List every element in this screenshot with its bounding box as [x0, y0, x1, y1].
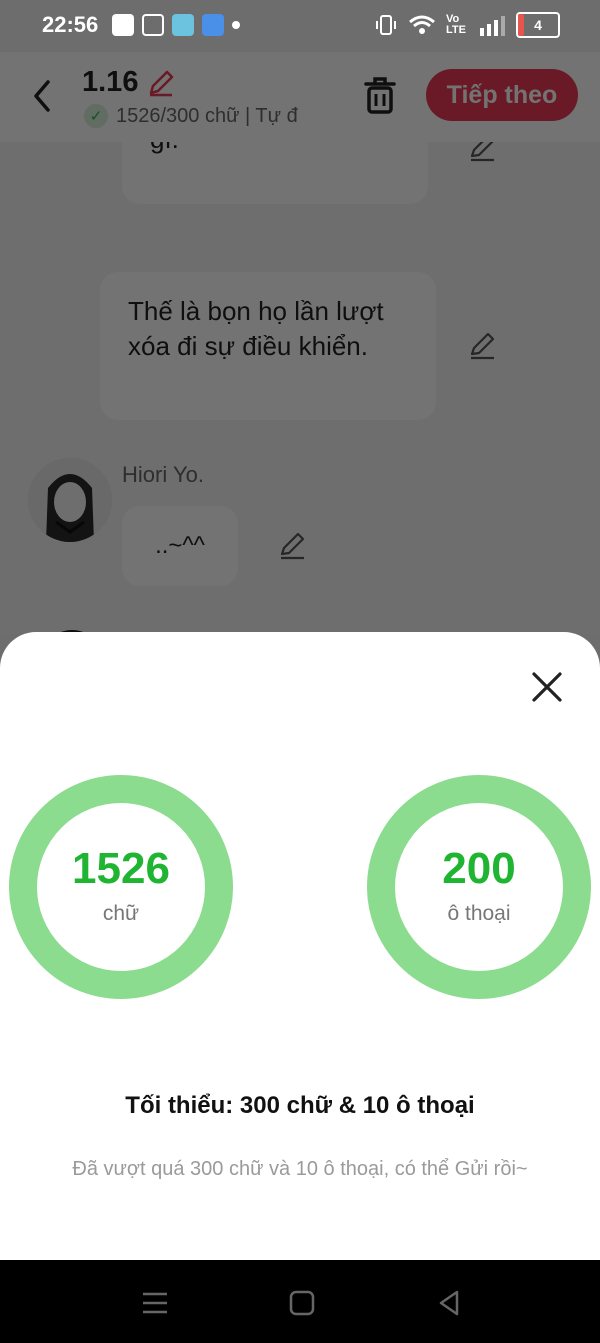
- edit-app-icon: [202, 14, 224, 36]
- dialog-count-ring: 200 ô thoại: [366, 774, 592, 1000]
- edit-dialog-pencil-icon[interactable]: [466, 330, 498, 362]
- word-count-ring: 1526 chữ: [8, 774, 234, 1000]
- status-right: Vo LTE 4: [374, 12, 560, 38]
- dialog-count-label: ô thoại: [447, 902, 511, 925]
- speaker-name: Hiori Yo.: [122, 462, 204, 487]
- edit-dialog-pencil-icon[interactable]: [276, 530, 308, 562]
- battery-icon: 4: [516, 12, 560, 38]
- avatar[interactable]: [28, 458, 112, 542]
- check-icon: ✓: [84, 104, 108, 128]
- home-icon[interactable]: [285, 1286, 319, 1320]
- back-icon[interactable]: [432, 1286, 466, 1320]
- battery-level: 4: [534, 17, 542, 33]
- word-count-value: 1526: [72, 844, 170, 893]
- app-header: 1.16 ✓ 1526/300 chữ | Tự đ Tiếp theo: [0, 52, 600, 142]
- word-count-label: chữ: [102, 902, 140, 925]
- status-app-icons: [112, 14, 240, 36]
- system-nav-bar: [0, 1260, 600, 1343]
- network-type: Vo LTE: [446, 13, 466, 36]
- dot-icon: [232, 21, 240, 29]
- trash-icon[interactable]: [360, 74, 400, 116]
- battery-fill: [518, 14, 524, 36]
- dialog-count-value: 200: [442, 844, 516, 893]
- dialog-bubble[interactable]: Thế là bọn họ lần lượt xóa đi sự điều kh…: [100, 272, 436, 420]
- dialog-text: gì.*: [150, 142, 189, 157]
- back-arrow-icon[interactable]: [28, 78, 58, 114]
- wifi-icon: [409, 15, 435, 34]
- word-count-sheet: 1526 chữ 200 ô thoại Tối thiểu: 300 chữ …: [0, 632, 600, 1260]
- status-bar: 22:56 Vo LTE 4: [0, 0, 600, 52]
- instagram-icon: [142, 14, 164, 36]
- character-portrait-icon: [28, 458, 112, 542]
- chapter-meta-row: ✓ 1526/300 chữ | Tự đ: [84, 104, 324, 128]
- close-icon[interactable]: [528, 668, 566, 706]
- minimum-requirement-title: Tối thiểu: 300 chữ & 10 ô thoại: [125, 1092, 475, 1119]
- chat-area: gì.* Thế là bọn họ lần lượt xóa đi sự đi…: [0, 142, 600, 634]
- status-time: 22:56: [42, 12, 99, 37]
- facebook-icon: [112, 14, 134, 36]
- chapter-title-row: 1.16: [82, 66, 176, 99]
- word-count-meta: 1526/300 chữ | Tự đ: [116, 104, 298, 127]
- vibrate-icon: [376, 15, 396, 35]
- checklist-app-icon: [172, 14, 194, 36]
- dialog-bubble[interactable]: gì.*: [122, 142, 428, 204]
- requirement-note: Đã vượt quá 300 chữ và 10 ô thoại, có th…: [72, 1158, 528, 1180]
- dialog-bubble[interactable]: ..~^^: [122, 506, 238, 586]
- edit-dialog-pencil-icon[interactable]: [466, 142, 498, 164]
- edit-title-pencil-icon[interactable]: [146, 68, 176, 98]
- menu-icon[interactable]: [138, 1286, 172, 1320]
- chapter-title: 1.16: [82, 66, 139, 98]
- signal-icon: [480, 16, 505, 36]
- next-button[interactable]: Tiếp theo: [426, 69, 578, 121]
